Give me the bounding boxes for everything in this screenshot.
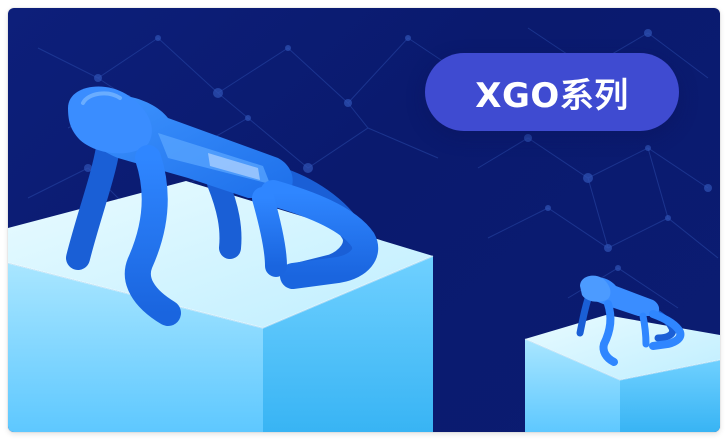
series-badge[interactable]: XGO系列 [425,53,679,131]
banner-card[interactable]: XGO系列 [8,8,720,432]
series-badge-label: XGO系列 [475,75,629,116]
small-cube [524,315,720,432]
